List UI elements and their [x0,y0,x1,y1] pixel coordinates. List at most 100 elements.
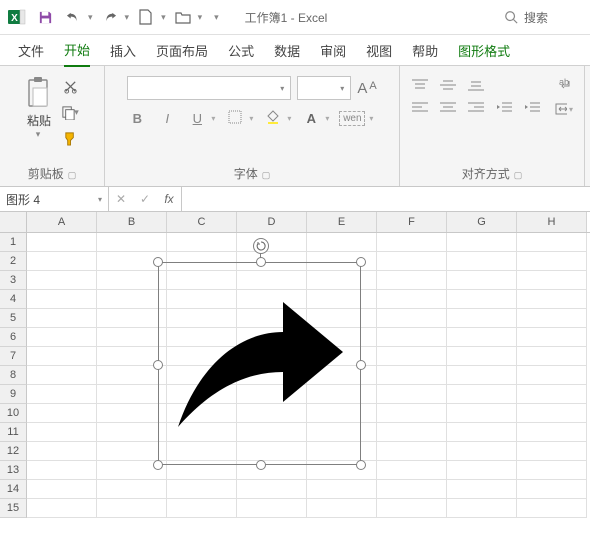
col-header[interactable]: B [97,212,167,232]
row-header[interactable]: 15 [0,499,27,518]
cell[interactable] [447,461,517,480]
border-button[interactable] [225,110,245,127]
resize-handle[interactable] [256,257,266,267]
paste-button[interactable]: 粘贴 ▾ [24,70,54,140]
cell[interactable] [517,233,587,252]
cell[interactable] [27,404,97,423]
cell[interactable] [377,461,447,480]
save-icon[interactable] [34,6,56,28]
cell[interactable] [97,423,167,442]
row-header[interactable]: 4 [0,290,27,309]
cell[interactable] [27,309,97,328]
col-header[interactable]: C [167,212,237,232]
row-header[interactable]: 13 [0,461,27,480]
clipboard-launcher-icon[interactable]: ▢ [68,170,77,180]
redo-icon[interactable] [99,6,121,28]
row-header[interactable]: 1 [0,233,27,252]
row-header[interactable]: 7 [0,347,27,366]
cell[interactable] [27,385,97,404]
open-folder-icon[interactable] [172,6,194,28]
cell[interactable] [307,499,377,518]
cell[interactable] [447,347,517,366]
formula-input[interactable] [182,187,590,211]
cell[interactable] [517,423,587,442]
row-header[interactable]: 3 [0,271,27,290]
tab-data[interactable]: 数据 [274,35,300,66]
cell[interactable] [237,480,307,499]
cell[interactable] [167,480,237,499]
cell[interactable] [517,328,587,347]
row-header[interactable]: 10 [0,404,27,423]
wrap-text-icon[interactable]: ab [555,78,573,92]
resize-handle[interactable] [153,460,163,470]
cell[interactable] [517,252,587,271]
cell[interactable] [447,366,517,385]
cell[interactable] [167,233,237,252]
row-header[interactable]: 14 [0,480,27,499]
font-launcher-icon[interactable]: ▢ [262,170,271,180]
rotate-handle[interactable] [253,238,269,254]
row-header[interactable]: 6 [0,328,27,347]
col-header[interactable]: A [27,212,97,232]
cancel-formula-icon[interactable]: ✕ [109,192,133,206]
align-launcher-icon[interactable]: ▢ [514,170,523,180]
namebox-dropdown-icon[interactable]: ▾ [98,195,102,204]
cell[interactable] [377,290,447,309]
font-name-combo[interactable]: ▾ [127,76,291,100]
cell[interactable] [517,404,587,423]
cell[interactable] [97,404,167,423]
new-file-icon[interactable] [135,6,157,28]
col-header[interactable]: H [517,212,587,232]
cell[interactable] [27,499,97,518]
cell[interactable] [377,233,447,252]
cell[interactable] [517,385,587,404]
cell[interactable] [517,366,587,385]
font-size-combo[interactable]: ▾ [297,76,351,100]
cell[interactable] [27,461,97,480]
cell[interactable] [97,385,167,404]
italic-button[interactable]: I [157,111,177,126]
cell[interactable] [237,233,307,252]
cell[interactable] [97,480,167,499]
merge-center-icon[interactable]: ▾ [555,102,573,116]
cell[interactable] [307,233,377,252]
resize-handle[interactable] [153,257,163,267]
cell[interactable] [517,347,587,366]
name-box[interactable]: 图形 4▾ [0,187,109,211]
tab-view[interactable]: 视图 [366,35,392,66]
cell[interactable] [97,499,167,518]
cell[interactable] [97,309,167,328]
cell[interactable] [447,404,517,423]
copy-icon[interactable]: ▾ [60,102,80,122]
format-painter-icon[interactable] [60,128,80,148]
font-color-button[interactable]: A [301,111,321,126]
col-header[interactable]: E [307,212,377,232]
cell[interactable] [377,385,447,404]
cell[interactable] [447,290,517,309]
qat-customize-icon[interactable]: ▾ [214,12,219,23]
fx-icon[interactable]: fx [157,192,181,206]
cell[interactable] [167,499,237,518]
cell[interactable] [377,347,447,366]
underline-button[interactable]: U [187,111,207,126]
redo-dropdown-icon[interactable]: ▾ [125,12,130,23]
cell[interactable] [377,404,447,423]
row-header[interactable]: 9 [0,385,27,404]
cell[interactable] [447,252,517,271]
cell[interactable] [447,271,517,290]
undo-icon[interactable] [62,6,84,28]
cell[interactable] [27,252,97,271]
cell[interactable] [27,480,97,499]
cell[interactable] [27,328,97,347]
tab-review[interactable]: 审阅 [320,35,346,66]
tab-formulas[interactable]: 公式 [228,35,254,66]
fill-color-button[interactable] [263,110,283,127]
cell[interactable] [377,366,447,385]
cell[interactable] [447,233,517,252]
cell[interactable] [517,499,587,518]
increase-font-icon[interactable]: A [357,80,367,97]
cell[interactable] [27,366,97,385]
cell[interactable] [517,271,587,290]
cell[interactable] [447,423,517,442]
row-header[interactable]: 8 [0,366,27,385]
